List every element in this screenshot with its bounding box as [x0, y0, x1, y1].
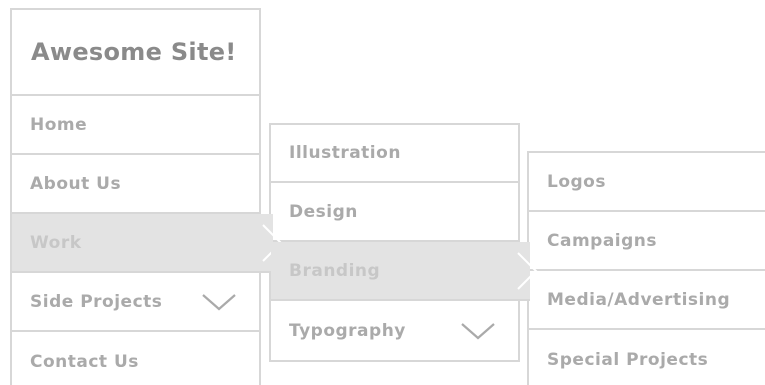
nav-item-label: About Us	[30, 173, 122, 194]
submenu-item-media-advertising[interactable]: Media/Advertising	[529, 271, 765, 330]
branding-submenu: Logos Campaigns Media/Advertising Specia…	[527, 151, 765, 385]
submenu-item-logos[interactable]: Logos	[529, 153, 765, 212]
chevron-down-icon[interactable]	[201, 292, 237, 312]
submenu-item-label: Media/Advertising	[547, 289, 731, 310]
nav-item-label: Side Projects	[30, 291, 163, 312]
submenu-item-label: Campaigns	[547, 230, 658, 251]
nav-item-side-projects[interactable]: Side Projects	[12, 273, 259, 332]
submenu-item-label: Logos	[547, 171, 606, 192]
nav-item-about-us[interactable]: About Us	[12, 155, 259, 214]
submenu-item-label: Branding	[289, 260, 381, 281]
submenu-item-branding[interactable]: Branding	[271, 242, 538, 301]
submenu-item-design[interactable]: Design	[271, 183, 518, 242]
nav-item-home[interactable]: Home	[12, 96, 259, 155]
nav-item-label: Contact Us	[30, 351, 139, 372]
nav-item-label: Home	[30, 114, 88, 135]
submenu-item-label: Illustration	[289, 143, 401, 163]
main-nav-menu: Awesome Site! Home About Us Work Side Pr…	[10, 8, 283, 385]
work-submenu: Illustration Design Branding Typography	[269, 123, 538, 362]
submenu-item-illustration[interactable]: Illustration	[271, 125, 518, 183]
submenu-item-special-projects[interactable]: Special Projects	[529, 330, 765, 385]
submenu-item-typography[interactable]: Typography	[271, 301, 518, 360]
submenu-item-label: Special Projects	[547, 349, 709, 370]
submenu-item-label: Typography	[289, 320, 406, 341]
site-title[interactable]: Awesome Site!	[12, 10, 259, 96]
chevron-right-icon	[517, 251, 538, 290]
nav-item-work[interactable]: Work	[12, 214, 283, 273]
submenu-item-campaigns[interactable]: Campaigns	[529, 212, 765, 271]
nav-item-contact-us[interactable]: Contact Us	[12, 332, 259, 385]
chevron-down-icon[interactable]	[460, 321, 496, 341]
nav-item-label: Work	[30, 232, 82, 253]
submenu-item-label: Design	[289, 201, 358, 222]
